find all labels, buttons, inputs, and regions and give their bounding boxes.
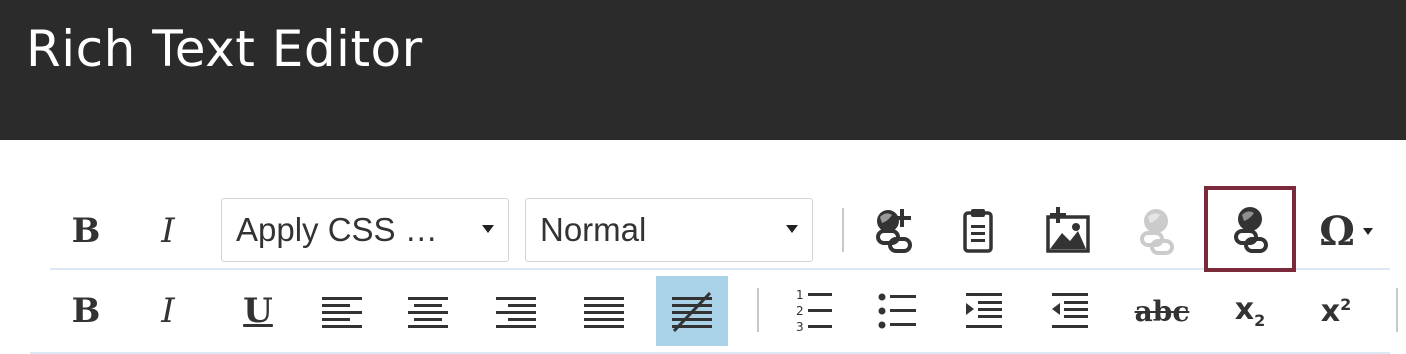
- unlink-icon: [1234, 207, 1268, 253]
- italic-button[interactable]: I: [136, 192, 200, 270]
- insert-link-icon: [876, 209, 912, 253]
- ordered-list-icon: 1 2 3: [796, 288, 832, 334]
- chevron-down-icon: [786, 225, 798, 233]
- bold-button[interactable]: B: [54, 276, 118, 346]
- toolbar-separator: [842, 208, 844, 252]
- bold-button[interactable]: B: [54, 192, 118, 270]
- align-center-icon: [408, 297, 448, 328]
- paste-clipboard-icon: [963, 209, 993, 253]
- chevron-down-icon: [1362, 227, 1373, 235]
- strikethrough-button[interactable]: abc: [1126, 276, 1198, 346]
- toolbar-row-1: B I Apply CSS … Normal Ω: [0, 186, 1406, 272]
- editor-toolbar: B I Apply CSS … Normal Ω B I U 1 2 3 abc…: [0, 140, 1406, 354]
- svg-text:2: 2: [796, 304, 804, 318]
- svg-text:1: 1: [796, 288, 804, 302]
- indent-icon: [966, 293, 1002, 328]
- align-right-button[interactable]: [484, 276, 548, 346]
- superscript-button[interactable]: x2: [1304, 276, 1368, 346]
- bullet-list-icon: [878, 293, 916, 329]
- toolbar-separator: [1396, 288, 1398, 332]
- align-left-icon: [322, 297, 362, 328]
- indent-button[interactable]: [952, 276, 1016, 346]
- italic-icon: I: [161, 211, 175, 251]
- css-class-select-value: Apply CSS …: [236, 211, 438, 248]
- insert-image-button[interactable]: [1036, 192, 1100, 270]
- align-right-icon: [496, 297, 536, 328]
- css-class-select[interactable]: Apply CSS …: [221, 198, 509, 262]
- chevron-down-icon: [482, 225, 494, 233]
- underline-icon: U: [243, 291, 273, 331]
- unlink-icon: [1140, 209, 1174, 255]
- format-select-value: Normal: [540, 211, 647, 248]
- subscript-icon: x2: [1234, 292, 1266, 330]
- title-bar: Rich Text Editor: [0, 0, 1406, 140]
- ordered-list-button[interactable]: 1 2 3: [782, 276, 846, 346]
- unlink-button-disabled[interactable]: [1124, 192, 1188, 270]
- italic-icon: I: [161, 291, 175, 331]
- bold-icon: B: [71, 291, 101, 331]
- insert-image-icon: [1046, 207, 1090, 253]
- svg-text:3: 3: [796, 320, 804, 334]
- insert-link-button[interactable]: [864, 192, 928, 270]
- italic-button[interactable]: I: [136, 276, 200, 346]
- bold-icon: B: [71, 211, 101, 251]
- toolbar-separator: [757, 288, 759, 332]
- omega-icon: Ω: [1319, 207, 1355, 255]
- outdent-icon: [1052, 293, 1088, 328]
- page-title: Rich Text Editor: [26, 20, 423, 78]
- subscript-button[interactable]: x2: [1218, 276, 1282, 346]
- remove-format-button[interactable]: [656, 276, 728, 346]
- special-character-button[interactable]: Ω: [1304, 192, 1388, 270]
- paste-button[interactable]: [946, 192, 1010, 270]
- remove-format-icon: [672, 291, 712, 333]
- strikethrough-icon: abc: [1134, 294, 1190, 328]
- align-left-button[interactable]: [310, 276, 374, 346]
- justify-icon: [584, 297, 624, 328]
- underline-button[interactable]: U: [226, 276, 290, 346]
- superscript-icon: x2: [1320, 293, 1352, 329]
- bullet-list-button[interactable]: [866, 276, 930, 346]
- outdent-button[interactable]: [1038, 276, 1102, 346]
- format-select[interactable]: Normal: [525, 198, 813, 262]
- justify-button[interactable]: [572, 276, 636, 346]
- toolbar-row-2: B I U 1 2 3 abc x2 x2: [0, 276, 1406, 346]
- align-center-button[interactable]: [396, 276, 460, 346]
- unlink-button[interactable]: [1204, 186, 1296, 272]
